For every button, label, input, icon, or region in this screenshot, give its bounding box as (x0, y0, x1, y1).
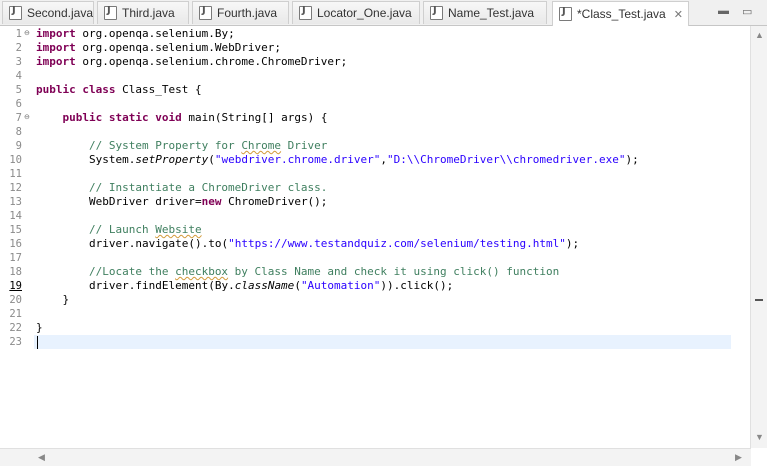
line-number: 16 (9, 238, 22, 250)
tab-locator-one-java[interactable]: Locator_One.java (292, 1, 420, 24)
scroll-right-icon[interactable]: ▶ (735, 452, 742, 463)
code-line-19: driver.findElement(By.className("Automat… (88, 279, 454, 292)
code-line-10: System.setProperty("webdriver.chrome.dri… (88, 153, 639, 166)
line-number: 22 (9, 322, 22, 334)
tab-label: Locator_One.java (317, 6, 412, 20)
tab-third-java[interactable]: Third.java (97, 1, 189, 24)
java-file-icon (299, 5, 312, 20)
text-caret (37, 336, 38, 349)
code-line-9: // System Property for Chrome Driver (88, 139, 328, 152)
code-line-7: public static void main(String[] args) { (62, 111, 328, 124)
line-number: 23 (9, 336, 22, 348)
code-line-1: import org.openqa.selenium.By; (36, 27, 235, 40)
line-number: 13 (9, 196, 22, 208)
line-number: 17 (9, 252, 22, 264)
code-line-5: public class Class_Test { (36, 83, 202, 96)
line-number: 6 (15, 98, 22, 110)
line-number: 4 (15, 70, 22, 82)
fold-collapse-icon[interactable]: ⊖ (24, 113, 30, 121)
code-line-3: import org.openqa.selenium.chrome.Chrome… (36, 55, 348, 68)
line-number: 1 (15, 28, 22, 40)
tab-second-java[interactable]: Second.java (2, 1, 94, 24)
code-line-18: //Locate the checkbox by Class Name and … (88, 265, 560, 278)
code-line-13: WebDriver driver=new ChromeDriver(); (88, 195, 328, 208)
tab-label: Fourth.java (217, 6, 278, 20)
line-number: 15 (9, 224, 22, 236)
horizontal-scrollbar[interactable]: ◀ ▶ (0, 448, 751, 466)
editor-tab-bar: Second.java Third.java Fourth.java Locat… (0, 0, 767, 26)
line-number: 20 (9, 294, 22, 306)
scroll-down-icon[interactable]: ▼ (755, 432, 764, 442)
line-number: 7 (15, 112, 22, 124)
restore-icon[interactable]: ▭ (742, 5, 752, 18)
java-file-icon (9, 5, 22, 20)
code-line-16: driver.navigate().to("https://www.testan… (88, 237, 580, 250)
java-file-icon (430, 5, 443, 20)
code-line-22: } (36, 321, 43, 334)
java-file-icon (199, 5, 212, 20)
line-number: 2 (15, 42, 22, 54)
code-line-20: } (62, 293, 70, 306)
code-line-15: // Launch Website (88, 223, 202, 236)
tab-label: Third.java (122, 6, 175, 20)
current-line-highlight (34, 335, 731, 349)
tab-label: Name_Test.java (448, 6, 535, 20)
code-line-12: // Instantiate a ChromeDriver class. (88, 181, 328, 194)
line-number: 8 (15, 126, 22, 138)
line-number: 18 (9, 266, 22, 278)
scroll-left-icon[interactable]: ◀ (38, 452, 45, 463)
close-tab-icon[interactable]: ✕ (674, 8, 683, 21)
line-number: 9 (15, 140, 22, 152)
tab-class-test-java[interactable]: *Class_Test.java ✕ (552, 1, 689, 26)
fold-collapse-icon[interactable]: ⊖ (24, 29, 30, 37)
scroll-up-icon[interactable]: ▲ (755, 30, 764, 40)
minimize-icon[interactable]: ▬ (718, 5, 729, 17)
tab-name-test-java[interactable]: Name_Test.java (423, 1, 547, 24)
line-number: 11 (9, 168, 22, 180)
line-number: 21 (9, 308, 22, 320)
tab-fourth-java[interactable]: Fourth.java (192, 1, 289, 24)
vertical-scrollbar[interactable]: ▲ ▼ (750, 26, 767, 448)
code-editor[interactable]: 1 ⊖ 2 3 4 5 6 7 ⊖ 8 9 10 11 12 13 14 15 … (0, 26, 751, 448)
line-number: 12 (9, 182, 22, 194)
line-number: 10 (9, 154, 22, 166)
tab-label: Second.java (26, 6, 93, 20)
line-number: 3 (15, 56, 22, 68)
overview-ruler-marker[interactable] (755, 299, 763, 301)
tab-label: *Class_Test.java (577, 7, 666, 21)
line-number: 14 (9, 210, 22, 222)
line-number: 19 (9, 280, 22, 292)
java-file-icon (559, 6, 572, 21)
java-file-icon (104, 5, 117, 20)
line-number: 5 (15, 84, 22, 96)
code-line-2: import org.openqa.selenium.WebDriver; (36, 41, 282, 54)
